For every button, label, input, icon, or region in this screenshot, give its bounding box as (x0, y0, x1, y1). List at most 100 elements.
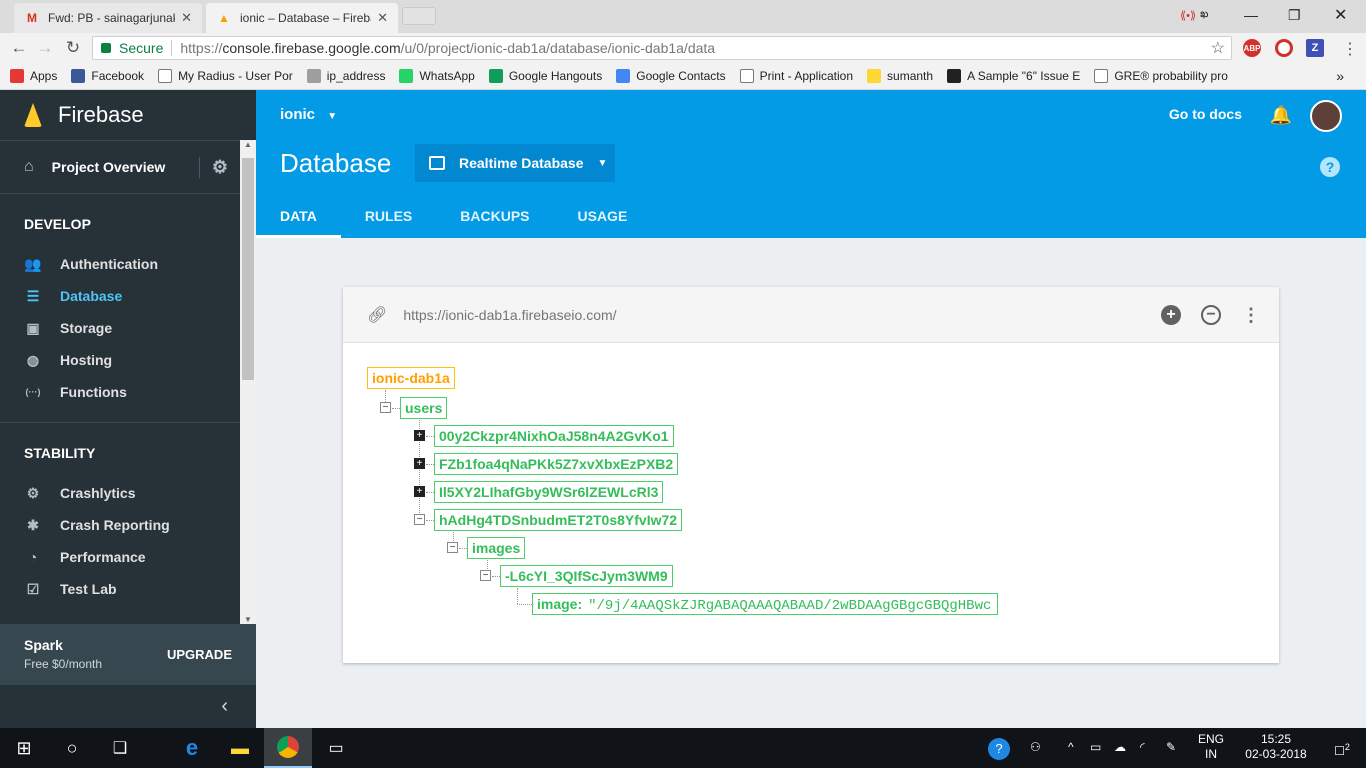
settings-gear-icon[interactable]: ⚙ (198, 156, 228, 178)
tree-node-user[interactable]: Il5XY2LIhafGby9WSr6lZEWLcRl3 (434, 481, 664, 503)
opera-extension-icon[interactable] (1275, 39, 1293, 57)
sidebar-item-hosting[interactable]: ◍ Hosting (0, 344, 256, 376)
minimize-button[interactable]: — (1244, 0, 1258, 30)
tab-rules[interactable]: RULES (341, 196, 436, 238)
bookmark-item[interactable]: My Radius - User Por (158, 69, 293, 83)
sidebar-item-crash-reporting[interactable]: ✱ Crash Reporting (0, 509, 256, 541)
file-explorer-icon[interactable]: ▬ (216, 728, 264, 768)
bookmark-item[interactable]: Print - Application (739, 69, 853, 83)
more-options-icon[interactable]: ⋮ (1241, 305, 1261, 325)
tree-node-user[interactable]: hAdHg4TDSnbudmET2T0s8YfvIw72 (434, 509, 683, 531)
more-bookmarks-icon[interactable]: » (1336, 68, 1344, 84)
close-tab-icon[interactable]: ✕ (181, 10, 192, 26)
bookmark-item[interactable]: WhatsApp (399, 69, 475, 83)
lock-icon (101, 43, 111, 53)
link-icon[interactable]: 🔗︎ (367, 305, 387, 325)
sidebar-item-storage[interactable]: ▣ Storage (0, 312, 256, 344)
scroll-up-icon[interactable]: ▲ (240, 140, 256, 149)
zotero-extension-icon[interactable]: Z (1306, 39, 1324, 57)
go-to-docs-link[interactable]: Go to docs (1169, 106, 1242, 122)
sidebar-item-test-lab[interactable]: ☑ Test Lab (0, 573, 256, 605)
tree-node-image-key[interactable]: -L6cYI_3QIfScJym3WM9 (500, 565, 673, 587)
collapse-sidebar[interactable]: ‹ (0, 684, 256, 728)
address-bar[interactable]: Secure https://console.firebase.google.c… (92, 36, 1232, 60)
tab-backups[interactable]: BACKUPS (436, 196, 553, 238)
leaf-value[interactable]: "/9j/4AAQSkZJRgABAQAAAQABAAD/2wBDAAgGBgc… (588, 598, 991, 614)
people-icon[interactable]: ⚇ (1030, 740, 1041, 755)
sidebar-item-database[interactable]: ☰ Database (0, 280, 256, 312)
browser-tab-firebase[interactable]: ▲ ionic – Database – Fireba ✕ (206, 3, 398, 33)
terminal-icon[interactable]: ▭ (312, 728, 360, 768)
notifications-bell-icon[interactable]: 🔔 (1270, 105, 1292, 126)
bookmark-item[interactable]: GRE® probability pro (1094, 69, 1228, 83)
scrollbar-thumb[interactable] (242, 158, 254, 380)
sidebar-item-functions[interactable]: (···) Functions (0, 376, 256, 408)
remove-icon[interactable]: − (1201, 305, 1221, 325)
close-tab-icon[interactable]: ✕ (377, 10, 388, 26)
bookmark-star-icon[interactable]: ☆ (1211, 38, 1225, 58)
bookmark-item[interactable]: Google Contacts (616, 69, 726, 83)
clock[interactable]: 15:25 02-03-2018 (1238, 732, 1314, 762)
language-indicator[interactable]: ENG IN (1198, 732, 1224, 762)
tree-node-user[interactable]: 00y2Ckzpr4NixhOaJ58n4A2GvKo1 (434, 425, 674, 447)
bookmark-item[interactable]: Apps (10, 69, 57, 83)
battery-icon[interactable]: ▭ (1090, 740, 1101, 755)
collapse-toggle-icon[interactable]: − (480, 570, 491, 581)
notifications-icon[interactable]: ☐2 (1330, 740, 1354, 759)
sidebar-item-crashlytics[interactable]: ⚙ Crashlytics (0, 477, 256, 509)
secure-indicator[interactable]: Secure (93, 40, 163, 56)
tree-node-user[interactable]: FZb1foa4qNaPKk5Z7xvXbxEzPXB2 (434, 453, 679, 475)
tab-usage[interactable]: USAGE (554, 196, 652, 238)
bookmark-item[interactable]: ip_address (306, 69, 385, 83)
database-type-selector[interactable]: Realtime Database ▼ (415, 144, 615, 182)
chrome-taskbar-icon[interactable] (264, 728, 312, 768)
tree-node-root[interactable]: ionic-dab1a (367, 367, 455, 389)
new-tab-button[interactable] (402, 7, 436, 25)
tree-node-images[interactable]: images (467, 537, 526, 559)
reload-icon[interactable]: ↻ (58, 38, 88, 58)
bookmark-item[interactable]: Facebook (71, 69, 144, 83)
help-icon[interactable]: ? (1320, 157, 1340, 177)
upgrade-button[interactable]: UPGRADE (167, 647, 232, 662)
tree-node-users[interactable]: users (400, 397, 448, 419)
maximize-button[interactable]: ❐ (1288, 0, 1301, 30)
project-overview-link[interactable]: ⌂ Project Overview ⚙ (0, 140, 256, 194)
expand-toggle-icon[interactable]: + (414, 458, 425, 469)
browser-tab-gmail[interactable]: M Fwd: PB - sainagarjunakc ✕ (14, 3, 202, 33)
sidebar-scrollbar[interactable]: ▲ ▼ (240, 140, 256, 624)
add-child-icon[interactable]: + (1161, 305, 1181, 325)
forward-icon[interactable]: → (30, 38, 60, 58)
chevron-left-icon[interactable]: ‹ (221, 695, 228, 718)
bookmark-item[interactable]: sumanth (867, 69, 933, 83)
tab-data[interactable]: DATA (256, 196, 341, 238)
onedrive-icon[interactable]: ☁ (1114, 740, 1126, 755)
task-view-icon[interactable]: ❑ (96, 728, 144, 768)
expand-toggle-icon[interactable]: + (414, 430, 425, 441)
chevron-up-icon[interactable]: ^ (1068, 740, 1074, 755)
edge-browser-icon[interactable]: e (168, 728, 216, 768)
collapse-toggle-icon[interactable]: − (380, 402, 391, 413)
search-icon[interactable]: ○ (48, 728, 96, 768)
bookmark-item[interactable]: Google Hangouts (488, 69, 602, 83)
sidebar-item-authentication[interactable]: 👥 Authentication (0, 248, 256, 280)
close-window-button[interactable]: ✕ (1334, 0, 1347, 30)
database-url[interactable]: https://ionic-dab1a.firebaseio.com/ (403, 307, 616, 323)
avatar[interactable] (1310, 100, 1342, 132)
collapse-toggle-icon[interactable]: − (447, 542, 458, 553)
tree-leaf-image[interactable]: image: "/9j/4AAQSkZJRgABAQAAAQABAAD/2wBDA… (532, 593, 998, 615)
bookmark-item[interactable]: A Sample "6" Issue E (947, 69, 1080, 83)
sidebar-item-performance[interactable]: ◔ Performance (0, 541, 256, 573)
expand-toggle-icon[interactable]: + (414, 486, 425, 497)
profile-label[interactable]: ⟪•⟫ ఖ (1180, 0, 1208, 30)
windows-start-icon[interactable]: ⊞ (0, 728, 48, 768)
project-selector[interactable]: ionic ▼ (280, 106, 337, 123)
pen-icon[interactable]: ✎ (1166, 740, 1176, 755)
database-tabs: DATA RULES BACKUPS USAGE (256, 196, 651, 238)
collapse-toggle-icon[interactable]: − (414, 514, 425, 525)
adblock-extension-icon[interactable]: ABP (1243, 39, 1261, 57)
help-tray-icon[interactable]: ? (988, 738, 1010, 760)
scroll-down-icon[interactable]: ▼ (240, 615, 256, 624)
firebase-brand[interactable]: Firebase (0, 90, 256, 140)
wifi-icon[interactable]: ◜ (1140, 740, 1145, 755)
menu-kebab-icon[interactable]: ⋮ (1342, 39, 1358, 59)
